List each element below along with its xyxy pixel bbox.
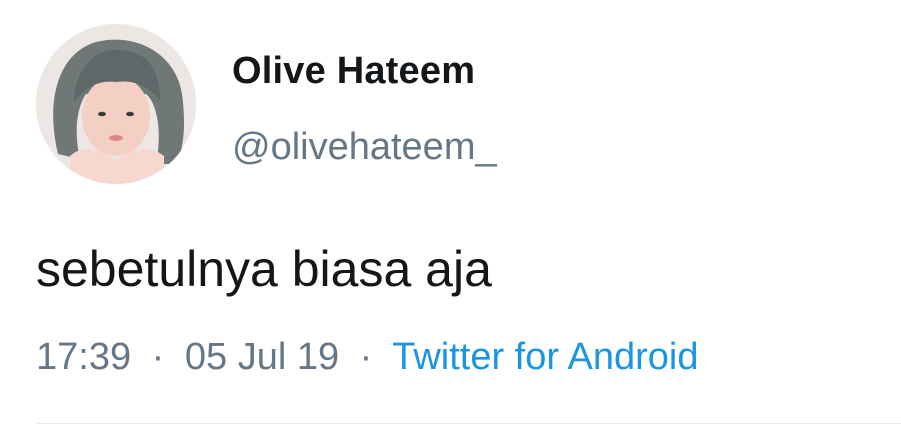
- display-name[interactable]: Olive Hateem: [232, 50, 475, 93]
- meta-separator: ·: [151, 336, 165, 378]
- tweet-meta: 17:39 · 05 Jul 19 · Twitter for Android: [36, 336, 698, 379]
- meta-separator: ·: [359, 336, 373, 378]
- tweet-text: sebetulnya biasa aja: [36, 241, 492, 297]
- divider: [36, 423, 901, 424]
- profile-photo-icon: [36, 24, 196, 184]
- tweet-time[interactable]: 17:39: [36, 336, 131, 378]
- tweet-card: Olive Hateem @olivehateem_ sebetulnya bi…: [0, 0, 901, 425]
- tweet-date[interactable]: 05 Jul 19: [185, 336, 339, 378]
- avatar[interactable]: [36, 24, 196, 184]
- user-handle[interactable]: @olivehateem_: [232, 126, 497, 169]
- tweet-source-link[interactable]: Twitter for Android: [392, 336, 698, 378]
